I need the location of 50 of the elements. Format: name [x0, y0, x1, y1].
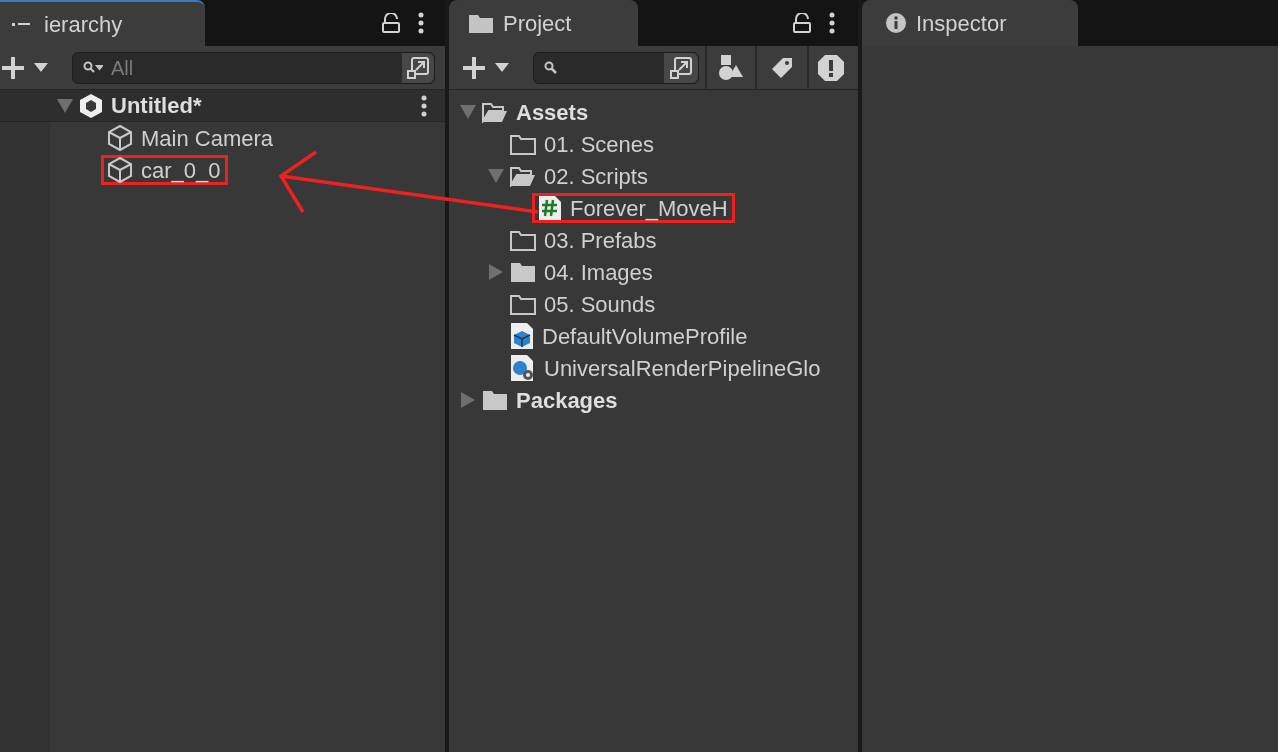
tree-item[interactable]: DefaultVolumeProfile	[504, 321, 755, 351]
cube-icon	[107, 124, 133, 152]
pipeline-asset-icon	[510, 354, 536, 382]
popout-icon	[670, 56, 692, 79]
lock-icon[interactable]	[793, 13, 811, 33]
tree-item[interactable]: 03. Prefabs	[504, 225, 664, 255]
popout-button[interactable]	[402, 52, 434, 83]
folder-outline-icon	[510, 293, 536, 315]
profile-file-icon	[510, 322, 534, 350]
lock-icon[interactable]	[382, 13, 400, 33]
popout-button[interactable]	[664, 52, 698, 83]
more-icon[interactable]	[421, 94, 427, 117]
tree-item[interactable]: 05. Sounds	[504, 289, 663, 319]
tree-item[interactable]: 01. Scenes	[504, 129, 662, 159]
tree-item[interactable]: 04. Images	[504, 257, 660, 287]
info-icon	[886, 13, 906, 33]
shapes-icon	[718, 54, 744, 81]
expand-arrow-icon[interactable]	[57, 98, 73, 113]
search-field[interactable]	[533, 51, 699, 84]
tree-item[interactable]: Packages	[476, 385, 625, 415]
panel-tab[interactable]: Inspector	[862, 0, 1078, 46]
panel-tab[interactable]: Project	[449, 0, 638, 46]
folder-icon	[469, 13, 493, 33]
folder-outline-icon	[510, 133, 536, 155]
folder-icon	[482, 389, 508, 411]
tag-icon	[771, 56, 793, 79]
open-folder-icon	[510, 165, 536, 187]
search-icon	[83, 60, 103, 75]
folder-outline-icon	[510, 229, 536, 251]
tree-item[interactable]: car_0_0	[101, 155, 228, 185]
tree-item[interactable]: UniversalRenderPipelineGlo	[504, 353, 828, 383]
tree-item[interactable]: Assets	[476, 97, 596, 127]
panel-tab[interactable]: ierarchy	[0, 0, 205, 46]
exclamation-icon	[817, 53, 845, 82]
plus-icon[interactable]	[463, 56, 485, 79]
open-folder-icon	[482, 101, 508, 123]
caret-icon[interactable]	[34, 63, 48, 72]
tree-item[interactable]: Main Camera	[101, 123, 281, 153]
tree-item[interactable]: Forever_MoveH	[532, 193, 735, 223]
more-icon[interactable]	[418, 12, 424, 34]
script-file-icon	[538, 195, 562, 221]
popout-icon	[407, 56, 429, 79]
cube-icon	[107, 156, 133, 184]
plus-icon[interactable]	[2, 56, 24, 79]
tree-item[interactable]: 02. Scripts	[504, 161, 655, 191]
folder-icon	[510, 261, 536, 283]
search-field[interactable]: All	[72, 51, 435, 84]
caret-icon[interactable]	[495, 63, 509, 72]
more-icon[interactable]	[829, 12, 835, 34]
search-icon	[544, 60, 558, 75]
